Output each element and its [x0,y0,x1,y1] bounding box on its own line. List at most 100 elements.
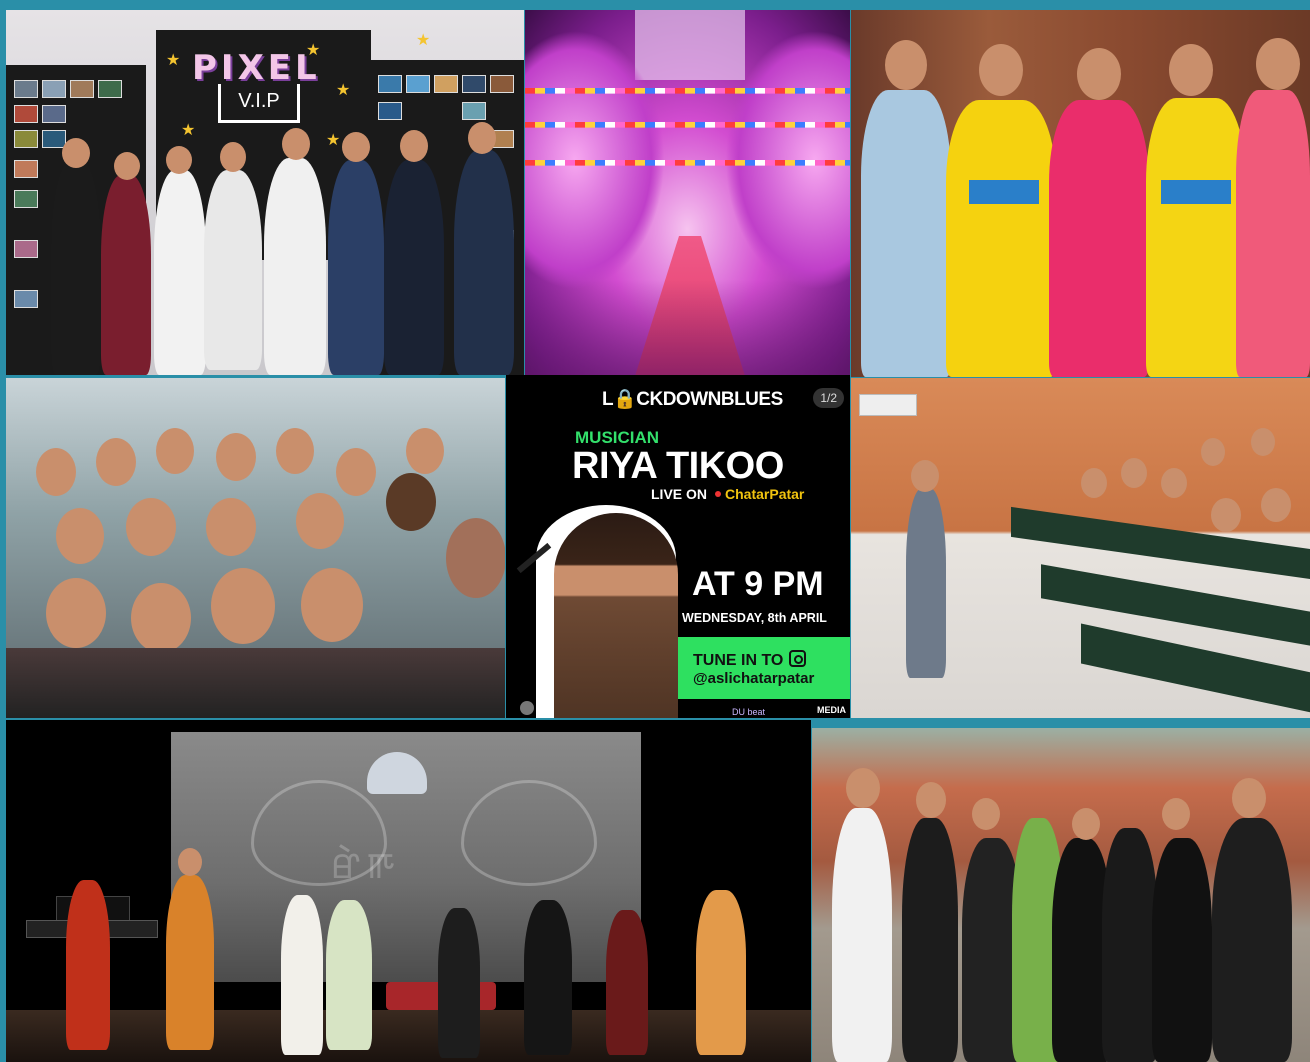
performer [606,910,648,1055]
presenter-head [911,460,939,492]
student-head [1161,468,1187,498]
face [276,428,314,474]
student-head [1081,468,1107,498]
performer [281,895,323,1055]
face [46,578,106,648]
classroom-session [851,378,1310,718]
performer [696,890,746,1055]
building [635,10,745,80]
page-counter: 1/2 [813,388,844,408]
face [296,493,344,549]
exhibit-photo [70,80,94,98]
person [51,160,101,375]
person-head [114,152,140,180]
person [1102,828,1158,1062]
platform-name: ChatarPatar [725,486,805,502]
face [406,428,444,474]
traditional-dance-group [851,10,1310,377]
person-head [468,122,496,154]
performer-head [885,40,927,90]
exhibit-photo [14,80,38,98]
person [204,170,262,370]
vip-sign: V.I.P [218,84,300,123]
stage-floor [6,1010,811,1062]
presenter [906,488,946,678]
face [301,568,363,642]
person-head [1072,808,1100,840]
exhibit-photo [14,130,38,148]
performer-head [979,44,1023,96]
du-beat-logo: DU beat [732,707,766,717]
star-icon: ★ [326,132,341,149]
exhibit-photo [42,130,66,148]
face [96,438,136,486]
person-head [1232,778,1266,818]
performer [66,880,110,1050]
top-frame-bar [0,0,1310,10]
instagram-icon [789,650,807,667]
outdoor-group-photo [812,728,1310,1062]
decorated-pathway [525,10,850,375]
performer [1236,90,1310,377]
event-time: AT 9 PM [692,565,824,603]
exhibit-photo [406,75,430,93]
event-poster: L🔒CKDOWNBLUES 1/2 MUSICIAN RIYA TIKOO LI… [506,375,850,718]
person-head [220,142,246,172]
student-head [1261,488,1291,522]
live-on-line: LIVE ON ChatarPatar [651,486,804,502]
exhibit-photo [378,102,402,120]
exhibit-photo [98,80,122,98]
society-logo-graphic: ꯔꯥꯒ [331,846,401,887]
face [336,448,376,496]
performer [1146,98,1246,377]
person [1212,818,1292,1062]
person-head [916,782,946,818]
face [56,508,104,564]
instagram-handle: @aslichatarpatar [693,670,815,687]
frame-bar [968,718,1310,728]
person-head [342,132,370,162]
exhibit-photo [42,80,66,98]
performer [438,908,480,1058]
event-date: WEDNESDAY, 8th APRIL [682,611,827,625]
star-icon: ★ [166,52,181,69]
dress-border [969,180,1039,204]
exhibit-photo [42,105,66,123]
live-on-label: LIVE ON [651,486,708,502]
person-head [62,138,90,168]
performer [166,875,214,1050]
media-logo: MEDIA [817,705,846,715]
student-head [1211,498,1241,532]
singer-photo [554,513,678,718]
exhibit-photo [14,290,38,308]
exhibit-photo [462,75,486,93]
lockdown-blues-logo: L🔒CKDOWNBLUES [602,389,783,410]
performer-head [178,848,202,876]
air-conditioner [859,394,917,416]
tune-in-line: TUNE IN TO [693,650,807,670]
face [386,473,436,531]
exhibit-photo [14,105,38,123]
person [101,175,151,375]
avatar-icon [520,701,534,715]
face [126,498,176,556]
person-head [282,128,310,160]
performer-head [1077,48,1121,100]
exhibit-photo [14,160,38,178]
exhibit-photo [490,75,514,93]
tune-in-label: TUNE IN TO [693,652,784,669]
person [902,818,958,1062]
performer-head [1169,44,1213,96]
person [1152,838,1212,1062]
exhibit-photo [14,240,38,258]
crowd-bottom [6,648,505,718]
person [154,170,206,375]
face [156,428,194,474]
person [454,150,514,375]
performer [861,90,951,377]
stage-performance: ꯔꯥꯒ [6,720,811,1062]
person-head [166,146,192,174]
student-head [1121,458,1147,488]
ground [525,280,850,375]
person [384,160,444,375]
